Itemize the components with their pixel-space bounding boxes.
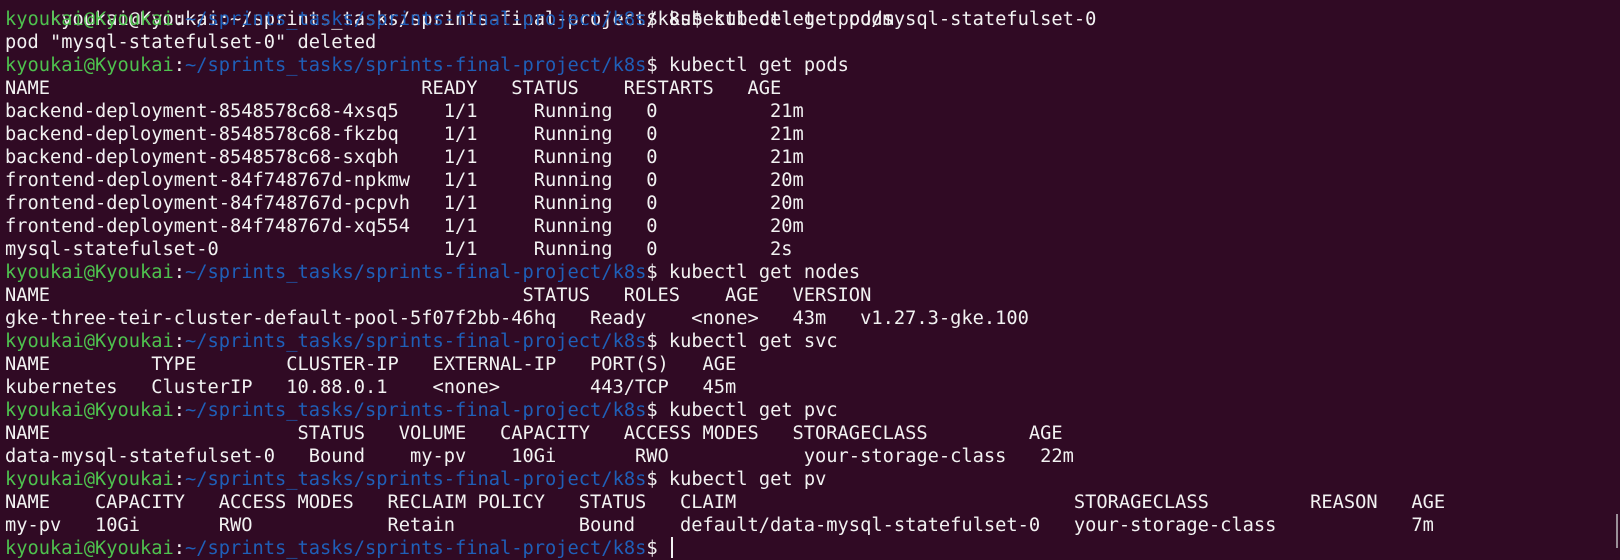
prompt-user-host: kyoukai@Kyoukai [5,9,174,30]
prompt-path: ~/sprints_tasks/sprints-final-project/k8… [185,538,647,559]
prompt-path: ~/sprints_tasks/sprints-final-project/k8… [185,400,647,421]
scrollbar-thumb[interactable] [1616,514,1618,548]
command-output-line: pod "mysql-statefulset-0" deleted [5,32,377,53]
prompt-colon: : [173,400,186,421]
pods-table-row: backend-deployment-8548578c68-fkzbq 1/1 … [5,124,804,145]
prompt-colon: : [173,331,186,352]
terminal-prompt-line: kyoukai@Kyoukai:~/sprints_tasks/sprints-… [5,8,1620,31]
pods-table-row: backend-deployment-8548578c68-sxqbh 1/1 … [5,147,804,168]
prompt-dollar: $ [646,55,669,76]
command-text: kubectl get svc [668,331,838,352]
prompt-colon: : [173,469,186,490]
pvc-table-row: data-mysql-statefulset-0 Bound my-pv 10G… [5,446,1074,467]
prompt-path: ~/sprints_tasks/sprints-final-project/k8… [185,55,647,76]
prompt-colon: : [173,538,186,559]
prompt-colon: : [173,55,186,76]
pods-table-header: NAME READY STATUS RESTARTS AGE [5,78,782,99]
terminal-line-partial: kyoukai@Kyoukai:~/sprints_tasks/sprints-… [5,0,1620,30]
text-cursor [670,537,673,558]
prompt-path: ~/sprints_tasks/sprints-final-project/k8… [185,469,647,490]
prompt-path: ~/sprints_tasks/sprints-final-project/k8… [185,331,647,352]
pods-table-row: mysql-statefulset-0 1/1 Running 0 2s [5,239,793,260]
prompt-dollar: $ [646,9,669,30]
command-text: kubectl get pvc [668,400,838,421]
pv-table-row: my-pv 10Gi RWO Retain Bound default/data… [5,515,1434,536]
prompt-colon: : [173,9,186,30]
pv-table-header: NAME CAPACITY ACCESS MODES RECLAIM POLIC… [5,492,1446,513]
terminal-prompt-line: kyoukai@Kyoukai:~/sprints_tasks/sprints-… [5,330,1620,353]
pods-table-row: frontend-deployment-84f748767d-pcpvh 1/1… [5,193,804,214]
terminal-prompt-line: kyoukai@Kyoukai:~/sprints_tasks/sprints-… [5,399,1620,422]
svc-table-row: kubernetes ClusterIP 10.88.0.1 <none> 44… [5,377,737,398]
terminal-prompt-line: kyoukai@Kyoukai:~/sprints_tasks/sprints-… [5,261,1620,284]
command-text: kubectl get pods [668,55,849,76]
prompt-dollar: $ [646,331,669,352]
pods-table-row: frontend-deployment-84f748767d-npkmw 1/1… [5,170,804,191]
nodes-table-header: NAME STATUS ROLES AGE VERSION [5,285,872,306]
prompt-user-host: kyoukai@Kyoukai [5,55,174,76]
prompt-user-host: kyoukai@Kyoukai [5,538,174,559]
nodes-table-row: gke-three-teir-cluster-default-pool-5f07… [5,308,1029,329]
prompt-dollar: $ [646,538,669,559]
terminal-prompt-line: kyoukai@Kyoukai:~/sprints_tasks/sprints-… [5,468,1620,491]
command-text: kubectl get nodes [668,262,861,283]
prompt-user-host: kyoukai@Kyoukai [5,469,174,490]
command-text: kubectl get pv [668,469,827,490]
pods-table-row: backend-deployment-8548578c68-4xsq5 1/1 … [5,101,804,122]
terminal-prompt-line: kyoukai@Kyoukai:~/sprints_tasks/sprints-… [5,54,1620,77]
prompt-user-host: kyoukai@Kyoukai [5,331,174,352]
prompt-path: ~/sprints_tasks/sprints-final-project/k8… [185,9,647,30]
prompt-user-host: kyoukai@Kyoukai [5,400,174,421]
prompt-colon: : [173,262,186,283]
pods-table-row: frontend-deployment-84f748767d-xq554 1/1… [5,216,804,237]
vertical-scrollbar[interactable] [1608,0,1620,560]
prompt-dollar: $ [646,400,669,421]
terminal-window[interactable]: kyoukai@Kyoukai:~/sprints_tasks/sprints-… [0,0,1620,560]
prompt-user-host: kyoukai@Kyoukai [5,262,174,283]
prompt-dollar: $ [646,262,669,283]
svc-table-header: NAME TYPE CLUSTER-IP EXTERNAL-IP PORT(S)… [5,354,737,375]
prompt-dollar: $ [646,469,669,490]
pvc-table-header: NAME STATUS VOLUME CAPACITY ACCESS MODES… [5,423,1063,444]
prompt-path: ~/sprints_tasks/sprints-final-project/k8… [185,262,647,283]
command-text: kubectl delete pod/mysql-statefulset-0 [668,9,1097,30]
active-prompt-line[interactable]: kyoukai@Kyoukai:~/sprints_tasks/sprints-… [5,537,1620,560]
